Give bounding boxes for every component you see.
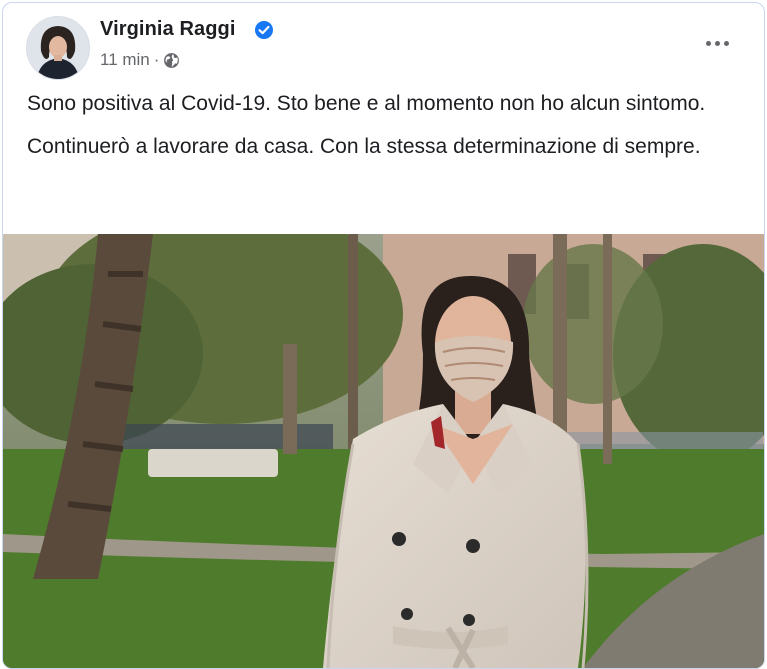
post-paragraph: Sono positiva al Covid-19. Sto bene e al… (27, 92, 706, 115)
post-meta: 11 min · (100, 50, 180, 70)
author-name[interactable]: Virginia Raggi (100, 18, 236, 41)
more-options-button[interactable] (700, 31, 734, 55)
post-timestamp[interactable]: 11 min (100, 50, 150, 70)
globe-icon[interactable] (163, 52, 180, 69)
verified-badge-icon (255, 21, 273, 39)
post-photo[interactable] (3, 204, 764, 668)
post-card: Virginia Raggi 11 min · Sono positiva al… (2, 2, 765, 669)
avatar[interactable] (26, 16, 90, 80)
more-options-icon (705, 40, 711, 46)
post-header: Virginia Raggi 11 min · (3, 3, 764, 87)
post-paragraph: Continuerò a lavorare da casa. Con la st… (27, 135, 701, 158)
post-text: Sono positiva al Covid-19. Sto bene e al… (27, 91, 727, 177)
meta-separator: · (153, 50, 160, 69)
